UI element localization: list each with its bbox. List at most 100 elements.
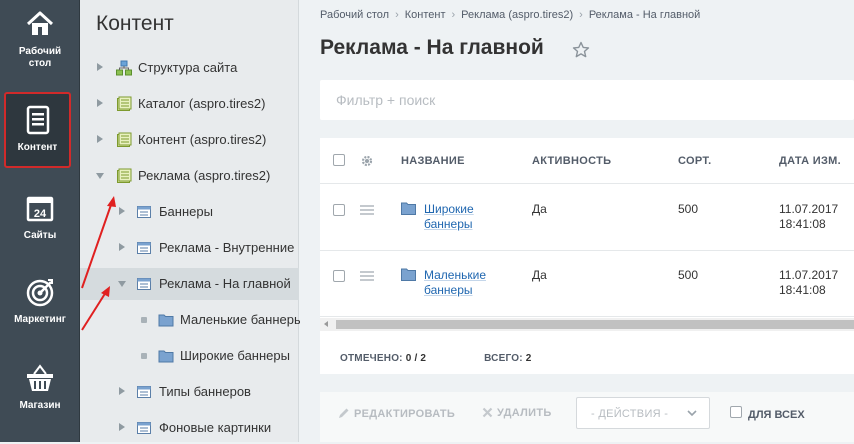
breadcrumb-link[interactable]: Реклама - На главной (589, 9, 701, 21)
folder-icon (158, 350, 174, 363)
row-sort: 500 (678, 202, 699, 216)
gear-icon[interactable] (360, 154, 374, 168)
delete-button[interactable]: УДАЛИТЬ (482, 407, 552, 419)
app-window: Рабочий стол Контент 24 Сайты Маркетинг … (0, 0, 854, 442)
target-icon (26, 279, 54, 307)
content-tree-panel: Контент Структура сайта Каталог (aspro.t… (80, 0, 303, 444)
edit-label: РЕДАКТИРОВАТЬ (354, 408, 456, 420)
collapse-arrow-icon[interactable] (118, 281, 126, 287)
scroll-left-icon[interactable] (324, 321, 328, 327)
row-name-link[interactable]: Широкие (424, 202, 474, 217)
expand-arrow-icon[interactable] (119, 423, 125, 431)
basket-icon (27, 364, 53, 391)
tree-item-ads-internal[interactable]: Реклама - Внутренние (80, 232, 299, 264)
page-title: Реклама - На главной (320, 36, 544, 59)
horizontal-scrollbar[interactable] (320, 318, 854, 331)
rail-label: Магазин (19, 400, 61, 411)
list-type-icon (137, 422, 151, 434)
row-checkbox[interactable] (333, 270, 345, 282)
iblock-icon (117, 132, 132, 147)
column-header-name[interactable]: НАЗВАНИЕ (401, 155, 465, 167)
tree-item-site-structure[interactable]: Структура сайта (80, 52, 299, 84)
tree-item-label: Типы баннеров (159, 384, 251, 399)
column-header-date[interactable]: ДАТА ИЗМ. (779, 155, 841, 167)
row-time: 18:41:08 (779, 283, 826, 297)
actions-select[interactable]: - ДЕЙСТВИЯ - (576, 397, 710, 429)
rail-item-desktop[interactable]: Рабочий стол (0, 0, 80, 88)
expand-arrow-icon[interactable] (97, 99, 103, 107)
rail-label: Сайты (23, 230, 57, 241)
tree-item-label: Баннеры (159, 204, 213, 219)
folder-icon (401, 202, 416, 215)
rail-label: Маркетинг (14, 314, 66, 325)
breadcrumb-link[interactable]: Рабочий стол (320, 9, 389, 21)
collapse-arrow-icon[interactable] (96, 173, 104, 179)
expand-arrow-icon[interactable] (119, 243, 125, 251)
row-date: 11.07.2017 (779, 202, 839, 216)
left-rail: Рабочий стол Контент 24 Сайты Маркетинг … (0, 0, 80, 442)
menu-icon[interactable] (360, 205, 374, 215)
chevron-down-icon (687, 410, 697, 417)
checked-label: ОТМЕЧЕНО: (340, 353, 403, 364)
table-row[interactable]: Маленькие баннеры Да 500 11.07.2017 18:4… (320, 251, 854, 317)
star-icon[interactable] (572, 41, 590, 59)
tree-item-banner-types[interactable]: Типы баннеров (80, 376, 299, 408)
expand-arrow-icon[interactable] (97, 135, 103, 143)
filter-search-bar[interactable] (320, 80, 854, 120)
delete-label: УДАЛИТЬ (497, 407, 552, 419)
list-type-icon (137, 386, 151, 398)
tree-item-backgrounds[interactable]: Фоновые картинки (80, 412, 299, 444)
folder-icon (158, 314, 174, 327)
breadcrumb-link[interactable]: Контент (405, 9, 446, 21)
checked-value: 0 / 2 (405, 353, 427, 364)
expand-arrow-icon[interactable] (97, 63, 103, 71)
select-all-checkbox[interactable] (333, 154, 345, 166)
calendar-badge: 24 (34, 208, 47, 220)
tree-item-small-banners[interactable]: Маленькие баннеры (80, 304, 303, 336)
tree-item-label: Контент (aspro.tires2) (138, 132, 267, 147)
tree-item-label: Структура сайта (138, 60, 238, 75)
tree-item-label: Широкие баннеры (180, 348, 290, 363)
tree-item-ads-main[interactable]: Реклама - На главной (80, 268, 299, 300)
column-header-sort[interactable]: СОРТ. (678, 155, 711, 167)
rail-item-marketing[interactable]: Маркетинг (0, 268, 80, 356)
tree-item-ads[interactable]: Реклама (aspro.tires2) (80, 160, 299, 192)
elements-grid: НАЗВАНИЕ АКТИВНОСТЬ СОРТ. ДАТА ИЗМ. Широ… (320, 138, 854, 374)
for-all-checkbox[interactable] (730, 406, 742, 418)
list-type-icon (137, 206, 151, 218)
row-name-link[interactable]: баннеры (424, 283, 473, 298)
tree-item-catalog[interactable]: Каталог (aspro.tires2) (80, 88, 299, 120)
row-name-link[interactable]: баннеры (424, 217, 473, 232)
iblock-icon (117, 168, 132, 183)
main-area: Рабочий стол › Контент › Реклама (aspro.tire… (300, 0, 854, 442)
filter-search-input[interactable] (336, 92, 736, 108)
rail-item-shop[interactable]: Магазин (0, 354, 80, 442)
rail-item-content[interactable]: Контент (4, 92, 71, 168)
row-date: 11.07.2017 (779, 268, 839, 282)
expand-arrow-icon[interactable] (119, 207, 125, 215)
row-name-link[interactable]: Маленькие (424, 268, 486, 283)
tree-item-banners[interactable]: Баннеры (80, 196, 299, 228)
group-actions-panel: РЕДАКТИРОВАТЬ УДАЛИТЬ - ДЕЙСТВИЯ - ДЛЯ В… (320, 392, 854, 442)
row-sort: 500 (678, 268, 699, 282)
menu-icon[interactable] (360, 271, 374, 281)
column-header-activity[interactable]: АКТИВНОСТЬ (532, 155, 611, 167)
total-value: 2 (525, 353, 532, 364)
for-all-label: ДЛЯ ВСЕХ (748, 409, 805, 421)
tree-item-label: Реклама (aspro.tires2) (138, 168, 271, 183)
tree-item-label: Реклама - На главной (159, 276, 291, 291)
expand-arrow-icon[interactable] (119, 387, 125, 395)
table-row[interactable]: Широкие баннеры Да 500 11.07.2017 18:41:… (320, 185, 854, 251)
tree-title: Контент (96, 12, 174, 35)
pencil-icon (339, 408, 349, 418)
structure-icon (116, 60, 132, 76)
breadcrumb-link[interactable]: Реклама (aspro.tires2) (461, 9, 573, 21)
row-checkbox[interactable] (333, 204, 345, 216)
tree-item-wide-banners[interactable]: Широкие баннеры (80, 340, 299, 372)
list-type-icon (137, 278, 151, 290)
tree-item-content[interactable]: Контент (aspro.tires2) (80, 124, 299, 156)
breadcrumb: Рабочий стол › Контент › Реклама (aspro.tire… (320, 9, 700, 21)
edit-button[interactable]: РЕДАКТИРОВАТЬ (338, 407, 455, 420)
rail-item-sites[interactable]: 24 Сайты (0, 184, 80, 272)
scrollbar-thumb[interactable] (336, 320, 854, 329)
